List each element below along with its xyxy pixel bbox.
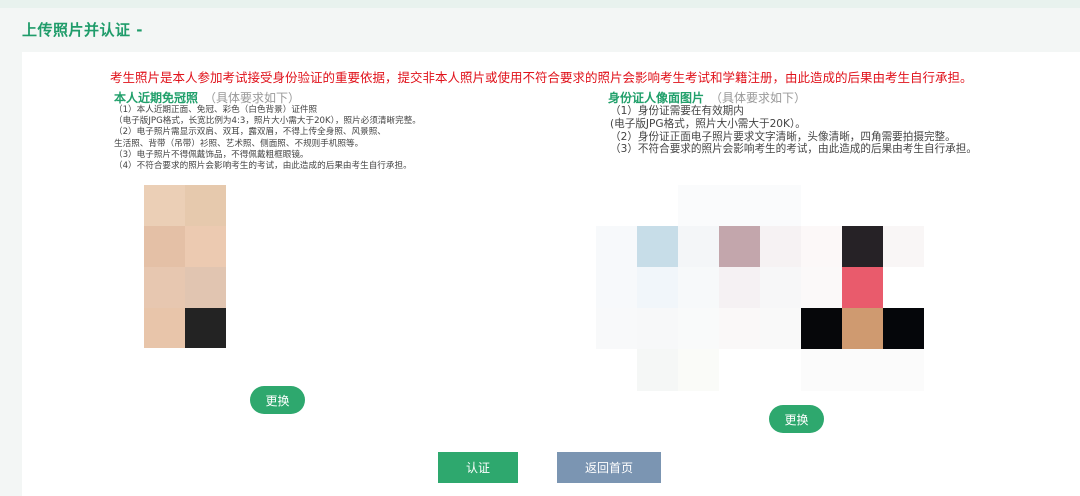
page-title: 上传照片并认证 - (22, 21, 143, 39)
left-requirement: （3）电子照片不得佩戴饰品，不得佩戴粗框眼镜。 (114, 149, 309, 160)
left-requirement: （4）不符合要求的照片会影响考生的考试，由此造成的后果由考生自行承担。 (114, 161, 412, 172)
right-section-note: （具体要求如下） (710, 91, 807, 105)
right-requirement: （3）不符合要求的照片会影响考生的考试，由此造成的后果由考生自行承担。 (610, 143, 977, 156)
left-section-title: 本人近期免冠照 （具体要求如下） (114, 89, 300, 106)
left-requirement: （2）电子照片需显示双肩、双耳，露双眉，不得上传全身照、风景照、 (114, 127, 386, 138)
right-requirement: （2）身份证正面电子照片要求文字清晰，头像清晰，四角需要拍摄完整。 (610, 130, 956, 143)
top-bar (0, 0, 1080, 8)
right-requirement: （1）身份证需要在有效期内 (610, 105, 744, 117)
left-section-title-text: 本人近期免冠照 (114, 91, 199, 105)
warning-message: 考生照片是本人参加考试接受身份验证的重要依据，提交非本人照片或使用不符合要求的照… (110, 70, 973, 85)
right-section-title-text: 身份证人像面图片 (608, 91, 705, 105)
change-portrait-button[interactable]: 更换 (250, 386, 305, 414)
left-requirement: 生活照、背带（吊带）衫照、艺术照、侧面照、不规则手机照等。 (114, 138, 364, 149)
id-card-photo (596, 185, 924, 391)
portrait-photo (144, 185, 226, 348)
confirm-button[interactable]: 认证 (438, 452, 518, 483)
right-section-title: 身份证人像面图片 （具体要求如下） (608, 89, 806, 106)
change-id-card-button[interactable]: 更换 (769, 405, 824, 433)
left-requirement: （电子版JPG格式，长宽比例为4:3，照片大小需大于20K），照片必须清晰完整。 (114, 116, 421, 127)
right-requirements: （1）身份证需要在有效期内 (电子版JPG格式，照片大小需大于20K）。 （2）… (610, 105, 977, 156)
return-home-button[interactable]: 返回首页 (557, 452, 661, 483)
left-requirements: （1）本人近期正面、免冠、彩色（白色背景）证件照 （电子版JPG格式，长宽比例为… (114, 105, 421, 172)
upload-panel: 考生照片是本人参加考试接受身份验证的重要依据，提交非本人照片或使用不符合要求的照… (22, 52, 1080, 496)
left-requirement: （1）本人近期正面、免冠、彩色（白色背景）证件照 (114, 105, 318, 115)
left-section-note: （具体要求如下） (204, 91, 301, 105)
right-requirement: (电子版JPG格式，照片大小需大于20K）。 (610, 117, 806, 130)
